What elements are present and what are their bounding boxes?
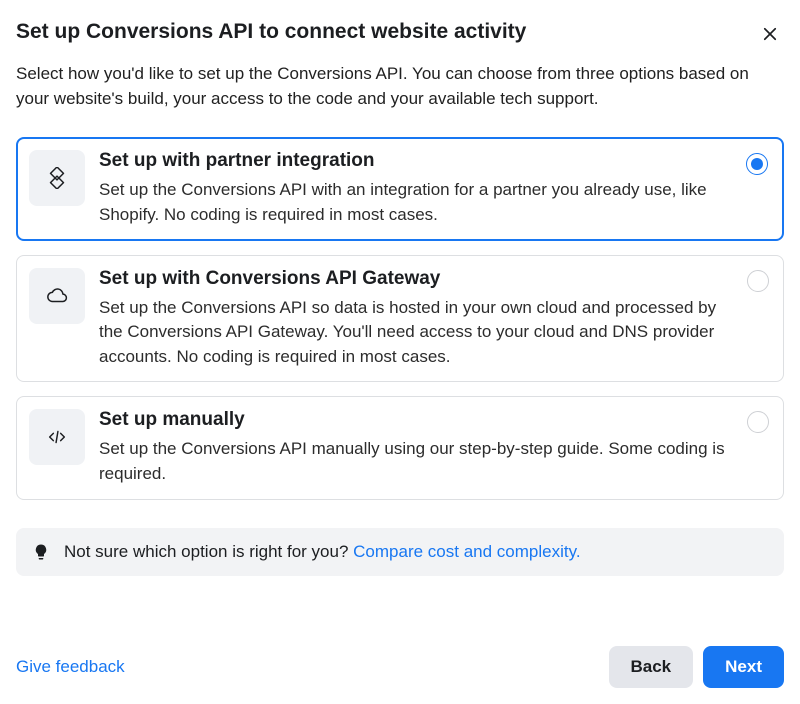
compare-link[interactable]: Compare cost and complexity.: [353, 542, 580, 561]
option-description: Set up the Conversions API manually usin…: [99, 437, 727, 486]
options-list: Set up with partner integration Set up t…: [16, 137, 784, 499]
page-title: Set up Conversions API to connect websit…: [16, 20, 526, 44]
page-subtitle: Select how you'd like to set up the Conv…: [16, 62, 766, 111]
option-radio[interactable]: [747, 270, 769, 292]
option-icon-box: [29, 150, 85, 206]
next-button[interactable]: Next: [703, 646, 784, 688]
hint-bar: Not sure which option is right for you? …: [16, 528, 784, 576]
close-button[interactable]: [756, 20, 784, 48]
back-button[interactable]: Back: [609, 646, 694, 688]
option-manual[interactable]: Set up manually Set up the Conversions A…: [16, 396, 784, 499]
code-icon: [46, 426, 68, 448]
option-api-gateway[interactable]: Set up with Conversions API Gateway Set …: [16, 255, 784, 383]
option-description: Set up the Conversions API so data is ho…: [99, 296, 727, 370]
option-title: Set up with partner integration: [99, 150, 727, 172]
option-icon-box: [29, 268, 85, 324]
option-icon-box: [29, 409, 85, 465]
partner-integration-icon: [46, 167, 68, 189]
cloud-icon: [46, 285, 68, 307]
option-title: Set up with Conversions API Gateway: [99, 268, 727, 290]
close-icon: [761, 25, 779, 43]
option-partner-integration[interactable]: Set up with partner integration Set up t…: [16, 137, 784, 240]
give-feedback-link[interactable]: Give feedback: [16, 657, 125, 677]
lightbulb-icon: [32, 543, 50, 561]
option-description: Set up the Conversions API with an integ…: [99, 178, 727, 227]
option-title: Set up manually: [99, 409, 727, 431]
hint-text: Not sure which option is right for you?: [64, 542, 353, 561]
